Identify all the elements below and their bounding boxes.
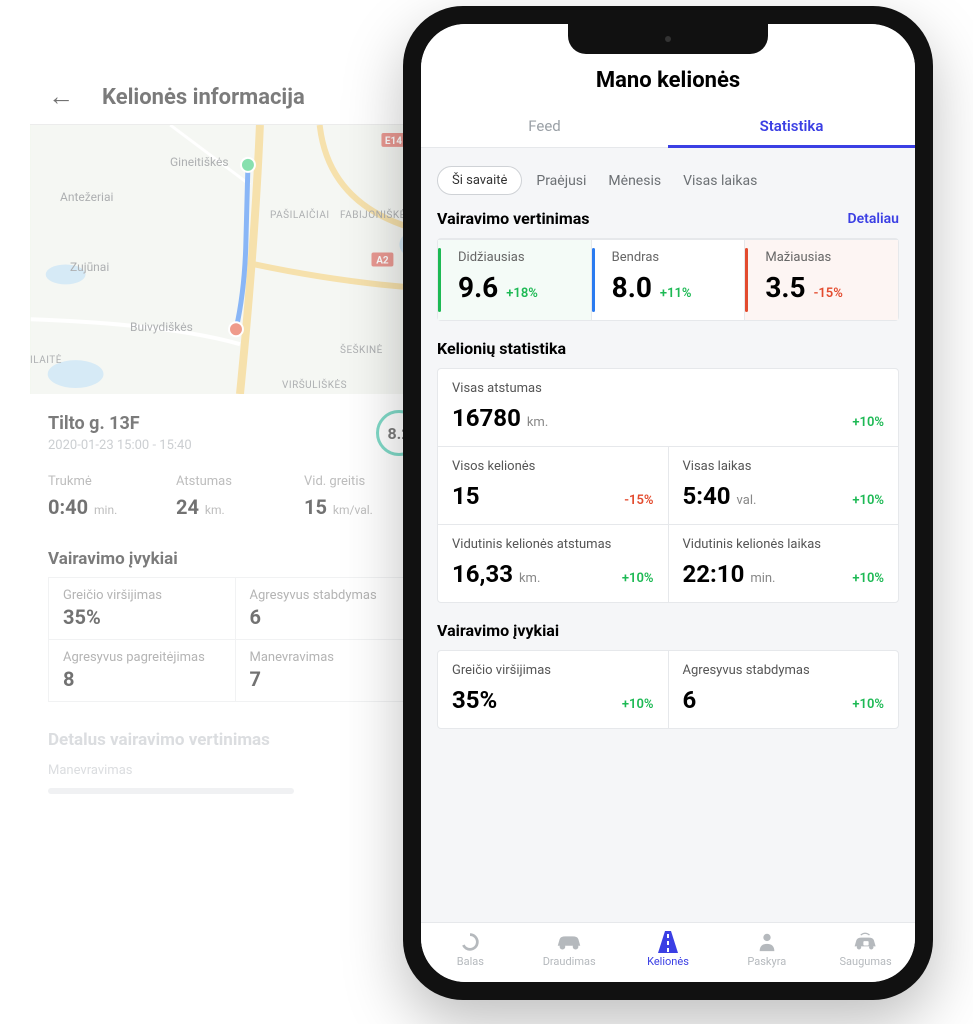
stats-scroll[interactable]: Ši savaitė Praėjusi Mėnesis Visas laikas… bbox=[421, 148, 915, 922]
top-tabs: Feed Statistika bbox=[421, 107, 915, 148]
period-this-week[interactable]: Ši savaitė bbox=[437, 166, 522, 195]
bottom-nav: Balas Draudimas Kelionės Paskyra Sauguma… bbox=[421, 922, 915, 982]
front-events-card: Greičio viršijimas 35% +10% Agresyvus st… bbox=[437, 650, 899, 729]
events-title: Vairavimo įvykiai bbox=[30, 535, 440, 577]
svg-text:E14: E14 bbox=[385, 136, 402, 147]
stat-total-trips: Visos kelionės 15 -15% bbox=[438, 446, 668, 524]
events-grid: Greičio viršijimas35% Agresyvus stabdyma… bbox=[48, 577, 422, 702]
phone-notch bbox=[568, 24, 768, 54]
score-section-title: Vairavimo vertinimas bbox=[437, 209, 590, 228]
map-label: Zujūnai bbox=[70, 260, 109, 274]
trip-summary: Tilto g. 13F 2020-01-23 15:00 - 15:40 8.… bbox=[30, 394, 440, 464]
map-label: PAŠILAIČIAI bbox=[270, 210, 330, 221]
road-icon bbox=[655, 931, 681, 953]
nav-security[interactable]: Saugumas bbox=[816, 931, 915, 968]
nav-insurance[interactable]: Draudimas bbox=[520, 931, 619, 968]
period-month[interactable]: Mėnesis bbox=[600, 167, 669, 195]
score-detail-link[interactable]: Detaliau bbox=[848, 211, 899, 227]
trip-map[interactable]: E14 A2 Gineitiškės Antežeriai Zujūnai Bu… bbox=[30, 124, 440, 394]
map-label: ŠEŠKINĖ bbox=[340, 345, 383, 356]
map-label: Antežeriai bbox=[60, 190, 113, 204]
period-selector: Ši savaitė Praėjusi Mėnesis Visas laikas bbox=[421, 148, 915, 209]
period-last-week[interactable]: Praėjusi bbox=[528, 167, 594, 195]
period-all-time[interactable]: Visas laikas bbox=[675, 167, 765, 195]
trip-stats-title: Kelionių statistika bbox=[421, 337, 915, 368]
detail-item-label: Manevravimas bbox=[48, 763, 132, 778]
metric-distance: Atstumas 24 km. bbox=[176, 474, 294, 519]
nav-score[interactable]: Balas bbox=[421, 931, 520, 968]
back-title: Kelionės informacija bbox=[102, 85, 305, 110]
tab-feed[interactable]: Feed bbox=[421, 107, 668, 147]
trip-address: Tilto g. 13F bbox=[48, 413, 192, 434]
person-icon bbox=[756, 931, 778, 953]
metric-duration: Trukmė 0:40 min. bbox=[48, 474, 166, 519]
event-speeding: Greičio viršijimas 35% +10% bbox=[438, 651, 668, 728]
back-header: ← Kelionės informacija bbox=[30, 70, 440, 124]
map-label: Buivydiškės bbox=[130, 320, 193, 334]
trip-metrics: Trukmė 0:40 min. Atstumas 24 km. Vid. gr… bbox=[30, 464, 440, 535]
map-label: VIRŠULIŠKĖS bbox=[282, 380, 347, 391]
svg-text:A2: A2 bbox=[376, 255, 389, 266]
nav-account[interactable]: Paskyra bbox=[717, 931, 816, 968]
score-card: Didžiausias 9.6+18% Bendras 8.0+11% Maži… bbox=[437, 238, 899, 321]
detail-scoring-title: Detalus vairavimo vertinimas bbox=[30, 702, 440, 758]
map-label: FABIJONIŠKĖS bbox=[340, 210, 412, 221]
event-braking: Agresyvus stabdymas 6 +10% bbox=[668, 651, 899, 728]
phone-frame: Mano kelionės Feed Statistika Ši savaitė… bbox=[403, 6, 933, 1000]
stat-avg-time: Vidutinis kelionės laikas 22:10 min. +10… bbox=[668, 524, 899, 602]
stat-total-time: Visas laikas 5:40 val. +10% bbox=[668, 446, 899, 524]
tab-statistics[interactable]: Statistika bbox=[668, 107, 915, 147]
background-screen: ← Kelionės informacija E14 bbox=[30, 70, 440, 794]
nav-trips[interactable]: Kelionės bbox=[619, 931, 718, 968]
score-min: Mažiausias 3.5-15% bbox=[744, 239, 898, 320]
trip-stats-card: Visas atstumas 16780 km. +10% Visos keli… bbox=[437, 368, 899, 603]
map-label: Gineitiškės bbox=[170, 155, 229, 169]
map-label: ILAITĖ bbox=[30, 355, 62, 366]
gauge-icon bbox=[457, 931, 483, 953]
car-icon bbox=[554, 931, 584, 953]
car-lock-icon bbox=[852, 931, 880, 953]
stat-total-distance: Visas atstumas 16780 km. +10% bbox=[438, 369, 898, 446]
detail-progress-bar bbox=[48, 788, 294, 794]
trip-timerange: 2020-01-23 15:00 - 15:40 bbox=[48, 438, 192, 453]
score-max: Didžiausias 9.6+18% bbox=[438, 239, 591, 320]
stat-avg-distance: Vidutinis kelionės atstumas 16,33 km. +1… bbox=[438, 524, 668, 602]
score-avg: Bendras 8.0+11% bbox=[591, 239, 745, 320]
front-events-title: Vairavimo įvykiai bbox=[421, 619, 915, 650]
back-arrow-icon[interactable]: ← bbox=[48, 84, 74, 110]
